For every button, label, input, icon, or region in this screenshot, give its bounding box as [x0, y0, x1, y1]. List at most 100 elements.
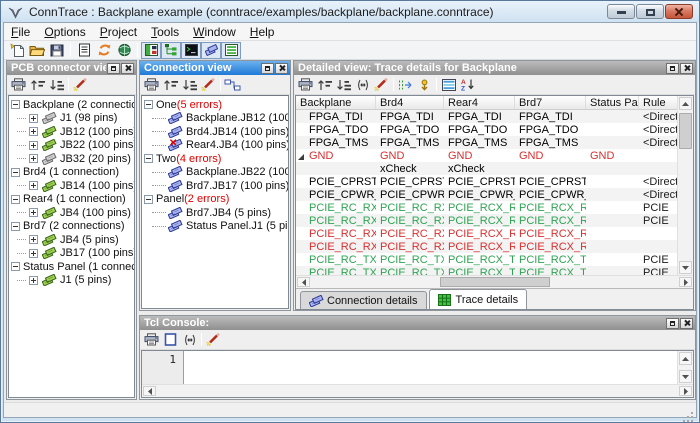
expand-toggle-icon[interactable]: [29, 154, 38, 163]
trace-button[interactable]: [396, 76, 415, 93]
tree-item[interactable]: Two (4 errors): [142, 152, 288, 166]
trace-table-vscrollbar[interactable]: [677, 96, 693, 275]
scroll-down-button[interactable]: [679, 261, 692, 274]
open-button[interactable]: [27, 42, 47, 59]
menu-help[interactable]: Help: [243, 24, 282, 40]
web-button[interactable]: [114, 42, 134, 59]
highlight-button[interactable]: [372, 76, 391, 93]
jump-button[interactable]: [415, 76, 434, 93]
fit-width-button[interactable]: [180, 331, 199, 348]
table-row[interactable]: PCIE_RC_TX0_NPCIE_RC_TX0_NPCIE_RCX_TX0_N…: [296, 253, 693, 266]
expand-toggle-icon[interactable]: [11, 195, 20, 204]
tree-item[interactable]: JB4 (5 pins): [9, 233, 134, 247]
tree-item[interactable]: Backplane.JB22 (100 pins): [142, 166, 288, 180]
expand-toggle-icon[interactable]: [29, 235, 38, 244]
expand-toggle-icon[interactable]: [144, 154, 153, 163]
pcb-close-button[interactable]: [121, 63, 134, 74]
tree-item[interactable]: JB12 (100 pins): [9, 125, 134, 139]
table-row[interactable]: GNDGNDGNDGNDGND: [296, 149, 693, 162]
expand-toggle-icon[interactable]: [11, 222, 20, 231]
table-row[interactable]: FPGA_TMSFPGA_TMSFPGA_TMSFPGA_TMS<Direct>: [296, 136, 693, 149]
highlight-button[interactable]: [71, 76, 90, 93]
trace-table-hscrollbar[interactable]: [296, 275, 693, 288]
connection-maximize-button[interactable]: [261, 63, 274, 74]
tree-item[interactable]: One (5 errors): [142, 98, 288, 112]
tree-item[interactable]: ✕Rear4.JB4 (100 pins): [142, 139, 288, 153]
expand-toggle-icon[interactable]: [11, 100, 20, 109]
scroll-right-button[interactable]: [679, 386, 692, 396]
table-row[interactable]: PCIE_CPWR_ONPCIE_CPWR_ONPCIE_CPWR_ONPCIE…: [296, 188, 693, 201]
expand-toggle-icon[interactable]: [29, 141, 38, 150]
scroll-up-button[interactable]: [679, 97, 692, 110]
connection-close-button[interactable]: [275, 63, 288, 74]
view-list-button[interactable]: [221, 42, 241, 59]
maximize-button[interactable]: [636, 4, 664, 19]
column-header-rule[interactable]: Rule: [639, 96, 681, 109]
minimize-button[interactable]: [607, 4, 635, 19]
expand-toggle-icon[interactable]: [29, 249, 38, 258]
table-row[interactable]: FPGA_TDOFPGA_TDOFPGA_TDOFPGA_TDO<Direct>: [296, 123, 693, 136]
print-button[interactable]: [142, 76, 161, 93]
detail-maximize-button[interactable]: [666, 63, 679, 74]
tree-item[interactable]: JB32 (20 pins): [9, 152, 134, 166]
detail-close-button[interactable]: [680, 63, 693, 74]
table-row[interactable]: PCIE_RC_TX0_PPCIE_RC_TX0_PPCIE_RCX_TX0_P…: [296, 266, 693, 275]
menu-file[interactable]: File: [4, 24, 37, 40]
sort-desc-button[interactable]: [180, 76, 199, 93]
expand-triangle-icon[interactable]: [298, 154, 304, 160]
expand-toggle-icon[interactable]: [144, 195, 153, 204]
tree-item[interactable]: J1 (5 pins): [9, 274, 134, 288]
table-row[interactable]: PCIE_RC_RX0_NPCIE_RC_RX0_NPCIE_RCX_RX0_N…: [296, 201, 693, 214]
column-header-rear4[interactable]: Rear4: [444, 96, 515, 109]
scroll-right-button[interactable]: [679, 277, 692, 287]
tree-item[interactable]: Status Panel.J1 (5 pins): [142, 220, 288, 234]
sort-desc-button[interactable]: [334, 76, 353, 93]
report-button[interactable]: [74, 42, 94, 59]
tab-trace-details[interactable]: Trace details: [429, 289, 528, 309]
view-connector-button[interactable]: [201, 42, 221, 59]
print-button[interactable]: [9, 76, 28, 93]
expand-toggle-icon[interactable]: [11, 262, 20, 271]
print-button[interactable]: [142, 331, 161, 348]
sort-asc-button[interactable]: [28, 76, 47, 93]
sort-az-button[interactable]: AZ: [458, 76, 477, 93]
print-button[interactable]: [296, 76, 315, 93]
column-header-backplane[interactable]: Backplane: [296, 96, 376, 109]
sort-desc-button[interactable]: [47, 76, 66, 93]
tree-item[interactable]: Brd7.JB4 (5 pins): [142, 206, 288, 220]
scroll-left-button[interactable]: [297, 277, 310, 287]
menu-window[interactable]: Window: [186, 24, 243, 40]
view-tree-button[interactable]: [161, 42, 181, 59]
highlight-button[interactable]: [204, 331, 223, 348]
tree-item[interactable]: Backplane.JB12 (100 pins): [142, 112, 288, 126]
pcb-maximize-button[interactable]: [107, 63, 120, 74]
tree-item[interactable]: Rear4 (1 connection): [9, 193, 134, 207]
expand-toggle-icon[interactable]: [29, 208, 38, 217]
table-row[interactable]: PCIE_CPRSTNPCIE_CPRSTNPCIE_CPRSTNPCIE_CP…: [296, 175, 693, 188]
menu-options[interactable]: Options: [37, 24, 92, 40]
menu-tools[interactable]: Tools: [144, 24, 186, 40]
page-button[interactable]: [161, 331, 180, 348]
table-row[interactable]: xCheckxCheck: [296, 162, 693, 175]
scroll-left-button[interactable]: [143, 386, 156, 396]
tree-item[interactable]: Status Panel (1 connection): [9, 260, 134, 274]
console-maximize-button[interactable]: [666, 318, 679, 329]
console-text-area[interactable]: [184, 351, 693, 384]
hscroll-thumb[interactable]: [440, 277, 550, 287]
tree-item[interactable]: Brd4 (1 connection): [9, 166, 134, 180]
view-grid-button[interactable]: [141, 42, 161, 59]
expand-toggle-icon[interactable]: [11, 168, 20, 177]
tree-item[interactable]: Panel (2 errors): [142, 193, 288, 207]
tree-item[interactable]: JB22 (100 pins): [9, 139, 134, 153]
column-header-status-panel[interactable]: Status Panel: [586, 96, 639, 109]
console-close-button[interactable]: [680, 318, 693, 329]
save-button[interactable]: [47, 42, 67, 59]
expand-toggle-icon[interactable]: [29, 127, 38, 136]
fit-width-button[interactable]: [353, 76, 372, 93]
new-button[interactable]: [7, 42, 27, 59]
expand-toggle-icon[interactable]: [29, 181, 38, 190]
tree-item[interactable]: JB14 (100 pins): [9, 179, 134, 193]
expand-toggle-icon[interactable]: [29, 114, 38, 123]
view-console-button[interactable]: [181, 42, 201, 59]
sort-asc-button[interactable]: [161, 76, 180, 93]
